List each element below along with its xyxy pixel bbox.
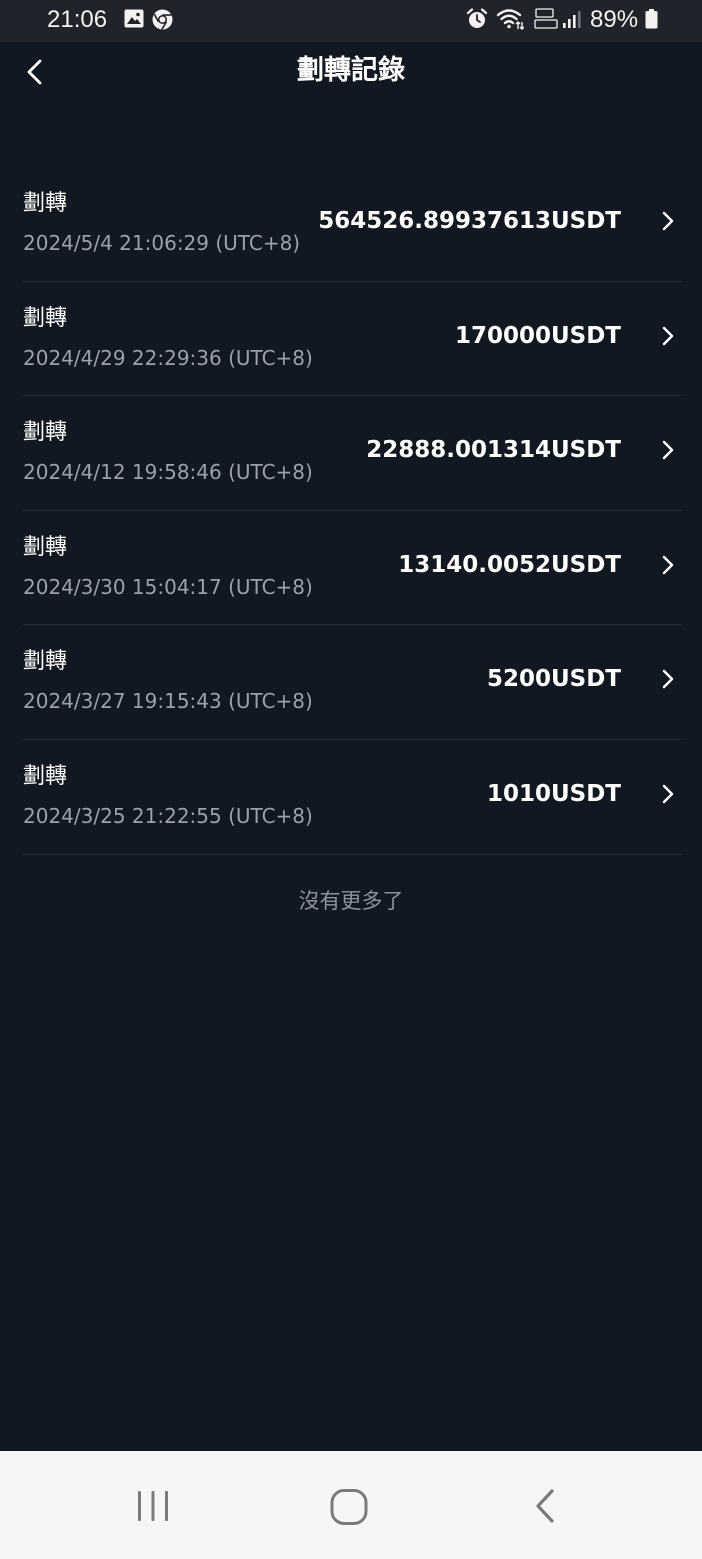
- transfer-record-row[interactable]: 劃轉 2024/3/30 15:04:17 (UTC+8) 13140.0052…: [23, 511, 682, 626]
- record-type: 劃轉: [23, 305, 68, 331]
- record-amount: 13140.0052USDT: [398, 551, 621, 578]
- status-time: 21:06: [47, 6, 108, 33]
- chevron-right-icon: [662, 555, 674, 574]
- battery-percentage: 89%: [590, 6, 639, 33]
- record-type: 劃轉: [23, 420, 68, 446]
- record-type: 劃轉: [23, 649, 68, 675]
- transfer-record-list: 劃轉 2024/5/4 21:06:29 (UTC+8) 564526.8993…: [23, 167, 682, 855]
- status-bar: 21:06 89%: [0, 0, 702, 42]
- record-time: 2024/3/25 21:22:55 (UTC+8): [23, 803, 313, 828]
- chevron-right-icon: [662, 670, 674, 689]
- chrome-icon: [152, 9, 173, 30]
- record-amount: 170000USDT: [454, 322, 621, 349]
- recent-apps-icon[interactable]: [134, 1489, 172, 1523]
- chevron-right-icon: [662, 440, 674, 460]
- chevron-right-icon: [662, 211, 674, 231]
- signal-icon: [563, 11, 581, 28]
- record-time: 2024/3/30 15:04:17 (UTC+8): [23, 574, 313, 599]
- record-amount: 1010USDT: [486, 780, 621, 807]
- record-time: 2024/4/12 19:58:46 (UTC+8): [23, 460, 313, 485]
- record-amount: 5200USDT: [486, 666, 621, 693]
- app-header: 劃轉記錄: [0, 42, 702, 102]
- transfer-record-row[interactable]: 劃轉 2024/3/25 21:22:55 (UTC+8) 1010USDT: [23, 740, 682, 855]
- transfer-record-row[interactable]: 劃轉 2024/4/29 22:29:36 (UTC+8) 170000USDT: [23, 282, 682, 397]
- record-type: 劃轉: [23, 534, 68, 560]
- transfer-record-row[interactable]: 劃轉 2024/3/27 19:15:43 (UTC+8) 5200USDT: [23, 625, 682, 740]
- list-end-text: 沒有更多了: [298, 889, 404, 913]
- gallery-icon: [124, 9, 144, 28]
- record-type: 劃轉: [23, 763, 68, 789]
- record-time: 2024/3/27 19:15:43 (UTC+8): [23, 689, 313, 714]
- chevron-right-icon: [662, 326, 674, 345]
- volte-lte1-icon: [534, 8, 558, 29]
- page-title: 劃轉記錄: [297, 55, 405, 86]
- record-time: 2024/4/29 22:29:36 (UTC+8): [23, 345, 313, 370]
- record-time: 2024/5/4 21:06:29 (UTC+8): [23, 231, 301, 255]
- record-type: 劃轉: [23, 191, 68, 216]
- home-icon[interactable]: [328, 1488, 370, 1526]
- system-navigation-bar: [0, 1451, 702, 1559]
- battery-icon: [645, 9, 658, 29]
- alarm-icon: [466, 8, 488, 28]
- transfer-record-row[interactable]: 劃轉 2024/5/4 21:06:29 (UTC+8) 564526.8993…: [23, 167, 682, 282]
- transfer-record-row[interactable]: 劃轉 2024/4/12 19:58:46 (UTC+8) 22888.0013…: [23, 396, 682, 511]
- chevron-right-icon: [662, 784, 674, 804]
- wifi-icon: [496, 9, 524, 30]
- record-amount: 22888.001314USDT: [366, 437, 621, 464]
- record-amount: 564526.89937613USDT: [318, 208, 621, 234]
- back-icon[interactable]: [532, 1487, 558, 1525]
